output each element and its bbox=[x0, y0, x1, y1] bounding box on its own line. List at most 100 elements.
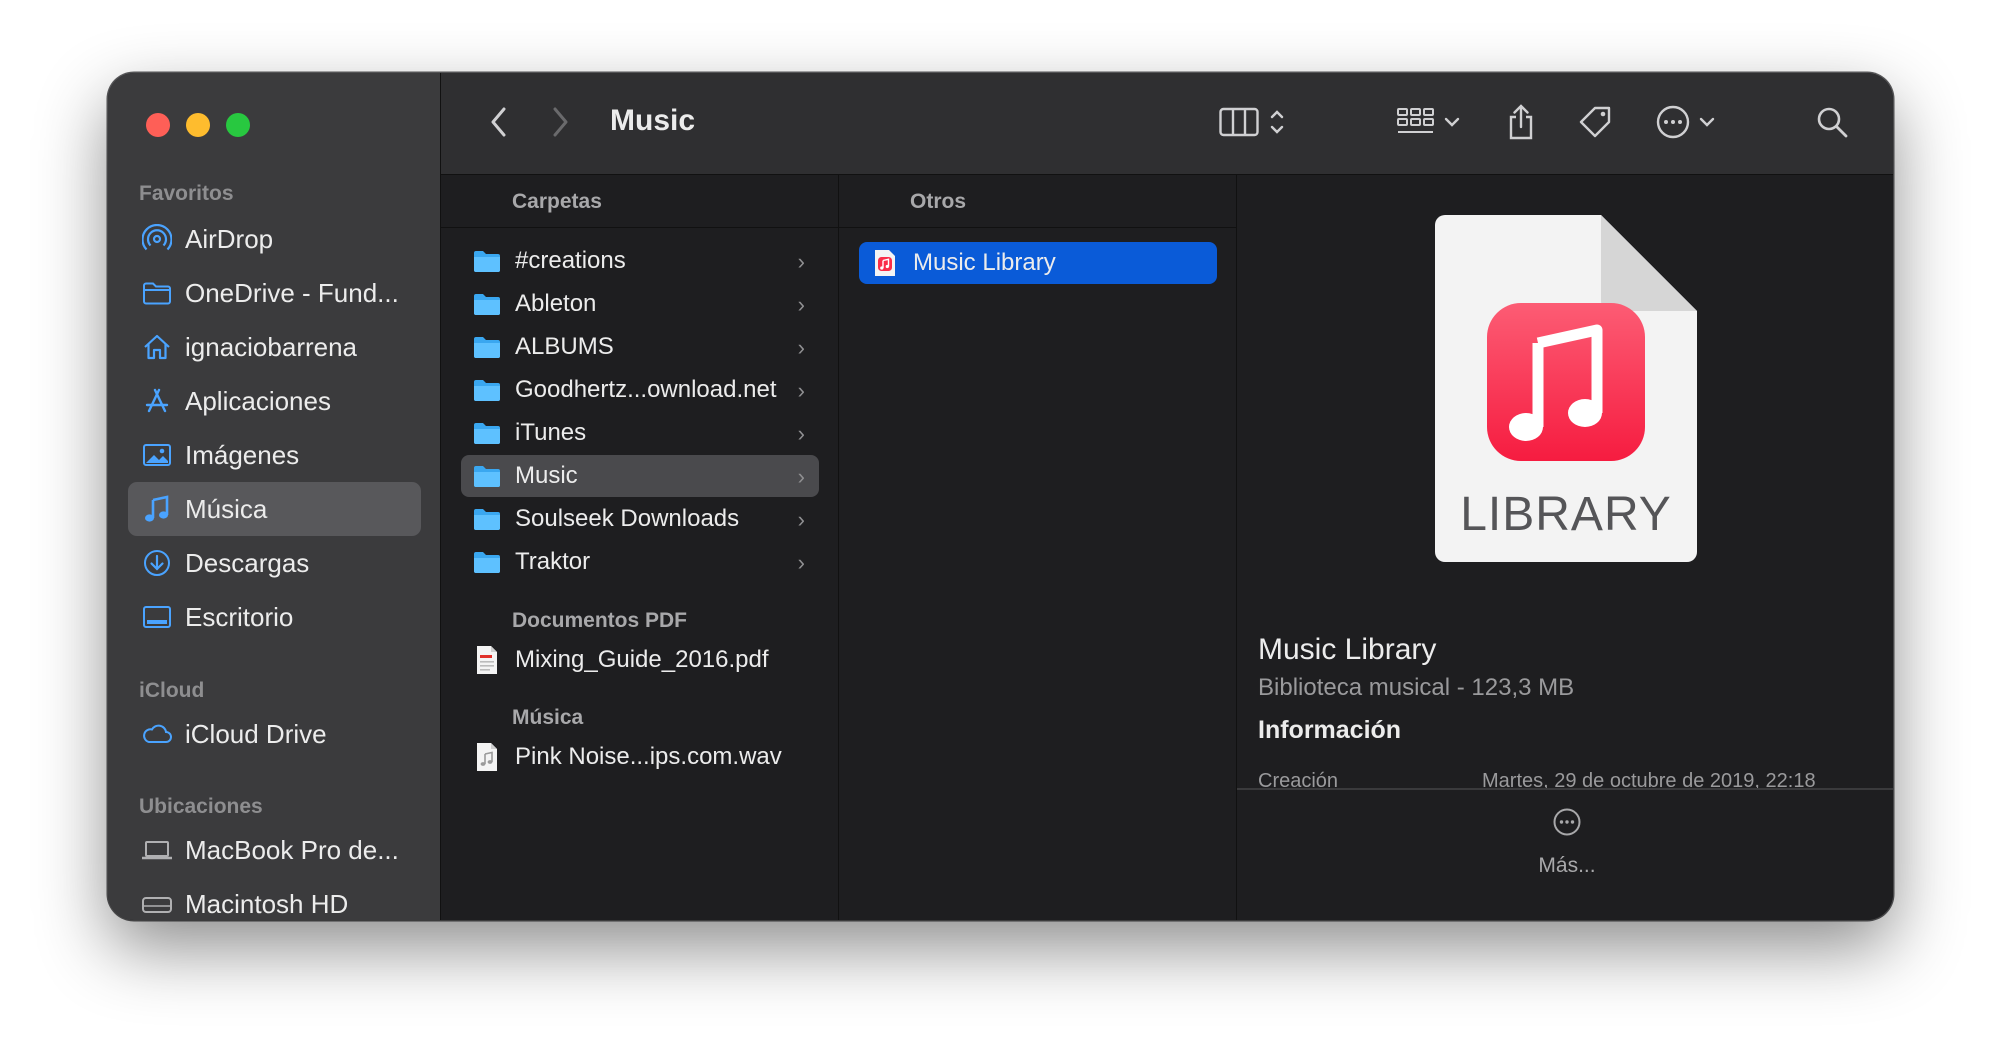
chevron-right-icon: › bbox=[797, 507, 805, 532]
sidebar-item-label: Macintosh HD bbox=[185, 888, 349, 919]
sidebar-item-label: Descargas bbox=[185, 547, 310, 578]
folder-icon bbox=[141, 277, 173, 309]
updown-chevron-icon bbox=[1269, 107, 1285, 142]
close-window-button[interactable] bbox=[146, 113, 170, 137]
music-library-row[interactable]: Music Library bbox=[859, 242, 1217, 284]
folder-icon bbox=[473, 247, 501, 275]
chevron-left-icon bbox=[489, 106, 509, 143]
others-column: Otros Music Library bbox=[839, 175, 1237, 920]
sidebar-item-images[interactable]: Imágenes bbox=[128, 428, 421, 482]
view-options-button[interactable] bbox=[1211, 73, 1293, 175]
sidebar-item-music[interactable]: Música bbox=[128, 482, 421, 536]
sidebar-item-label: OneDrive - Fund... bbox=[185, 277, 399, 308]
sidebar-item-macbook[interactable]: MacBook Pro de... bbox=[128, 823, 421, 877]
tag-button[interactable] bbox=[1573, 73, 1617, 175]
music-library-label: Music Library bbox=[913, 249, 1056, 276]
group-button[interactable] bbox=[1393, 73, 1463, 175]
music-library-document-icon: LIBRARY bbox=[1435, 215, 1697, 562]
group-header-pdf: Documentos PDF bbox=[512, 609, 688, 632]
home-icon bbox=[141, 331, 173, 363]
file-row-label: Pink Noise...ips.com.wav bbox=[515, 743, 782, 770]
search-button[interactable] bbox=[1810, 73, 1854, 175]
sidebar-item-applications[interactable]: Aplicaciones bbox=[128, 374, 421, 428]
folder-row[interactable]: iTunes › bbox=[461, 412, 819, 454]
disk-icon bbox=[141, 888, 173, 920]
file-row[interactable]: Mixing_Guide_2016.pdf bbox=[461, 639, 819, 681]
more-button[interactable]: Más... bbox=[1517, 807, 1617, 887]
folder-row[interactable]: Traktor › bbox=[461, 541, 819, 583]
share-button[interactable] bbox=[1499, 73, 1543, 175]
preview-creation-row: Creación Martes, 29 de octubre de 2019, … bbox=[1258, 770, 1878, 788]
sidebar-item-macintosh-hd[interactable]: Macintosh HD bbox=[128, 877, 421, 920]
sidebar-item-downloads[interactable]: Descargas bbox=[128, 536, 421, 590]
sidebar-item-label: Música bbox=[185, 493, 268, 524]
preview-pane: LIBRARY Music Library Biblioteca musical… bbox=[1237, 175, 1893, 920]
airdrop-icon bbox=[141, 223, 173, 255]
more-circle-icon bbox=[1552, 807, 1582, 842]
sidebar-item-icloud-drive[interactable]: iCloud Drive bbox=[128, 707, 421, 761]
chevron-right-icon: › bbox=[797, 378, 805, 403]
file-row[interactable]: Pink Noise...ips.com.wav bbox=[461, 736, 819, 778]
window-title: Music bbox=[610, 104, 696, 137]
action-menu-button[interactable] bbox=[1648, 73, 1722, 175]
forward-button[interactable] bbox=[540, 73, 580, 175]
sidebar-item-label: ignaciobarrena bbox=[185, 331, 358, 362]
folder-row[interactable]: #creations › bbox=[461, 240, 819, 282]
chevron-right-icon: › bbox=[797, 335, 805, 360]
pdf-file-icon bbox=[473, 646, 501, 674]
folders-column: Carpetas #creations › Ableton › ALBUMS › Goodh… bbox=[441, 175, 839, 920]
window-controls bbox=[146, 113, 250, 137]
more-label: Más... bbox=[1538, 854, 1596, 877]
chevron-right-icon: › bbox=[797, 249, 805, 274]
folder-row-label: Soulseek Downloads bbox=[515, 505, 740, 532]
folder-row-label: Traktor bbox=[515, 548, 591, 575]
sidebar-section-locations: Ubicaciones bbox=[139, 795, 263, 818]
photo-icon bbox=[141, 439, 173, 471]
back-button[interactable] bbox=[479, 73, 519, 175]
folder-icon bbox=[473, 505, 501, 533]
folder-row[interactable]: Goodhertz...ownload.net › bbox=[461, 369, 819, 411]
chevron-right-icon: › bbox=[797, 550, 805, 575]
folder-row-label: iTunes bbox=[515, 419, 587, 446]
preview-info-heading: Información bbox=[1258, 716, 1402, 744]
folder-row[interactable]: Music › bbox=[461, 455, 819, 497]
audio-file-icon bbox=[473, 743, 501, 771]
folder-row-label: Ableton bbox=[515, 290, 597, 317]
folder-row-label: #creations bbox=[515, 247, 626, 274]
more-actions-icon bbox=[1655, 104, 1691, 145]
sidebar-section-icloud: iCloud bbox=[139, 679, 205, 702]
sidebar-item-label: Aplicaciones bbox=[185, 385, 331, 416]
download-icon bbox=[141, 547, 173, 579]
tag-icon bbox=[1576, 103, 1614, 146]
cloud-icon bbox=[141, 718, 173, 750]
zoom-window-button[interactable] bbox=[226, 113, 250, 137]
folder-icon bbox=[473, 333, 501, 361]
chevron-down-icon bbox=[1444, 115, 1460, 133]
search-icon bbox=[1815, 105, 1849, 144]
folder-row[interactable]: Ableton › bbox=[461, 283, 819, 325]
minimize-window-button[interactable] bbox=[186, 113, 210, 137]
desktop-icon bbox=[141, 601, 173, 633]
music-note-icon bbox=[141, 493, 173, 525]
sidebar-item-home[interactable]: ignaciobarrena bbox=[128, 320, 421, 374]
folder-icon bbox=[473, 548, 501, 576]
chevron-right-icon: › bbox=[797, 421, 805, 446]
share-icon bbox=[1506, 103, 1536, 146]
folder-icon bbox=[473, 419, 501, 447]
folder-row[interactable]: ALBUMS › bbox=[461, 326, 819, 368]
folder-icon bbox=[473, 462, 501, 490]
folder-row[interactable]: Soulseek Downloads › bbox=[461, 498, 819, 540]
sidebar-item-airdrop[interactable]: AirDrop bbox=[128, 212, 421, 266]
laptop-icon bbox=[141, 834, 173, 866]
column-header-label: Otros bbox=[910, 190, 967, 213]
folder-row-label: Goodhertz...ownload.net bbox=[515, 376, 777, 403]
creation-label: Creación bbox=[1258, 770, 1339, 788]
chevron-right-icon bbox=[550, 106, 570, 143]
group-grid-icon bbox=[1396, 107, 1436, 142]
sidebar-item-label: Imágenes bbox=[185, 439, 300, 470]
folder-icon bbox=[473, 290, 501, 318]
sidebar-item-onedrive[interactable]: OneDrive - Fund... bbox=[128, 266, 421, 320]
sidebar-item-desktop[interactable]: Escritorio bbox=[128, 590, 421, 644]
group-header-music: Música bbox=[512, 706, 584, 729]
chevron-right-icon: › bbox=[797, 292, 805, 317]
